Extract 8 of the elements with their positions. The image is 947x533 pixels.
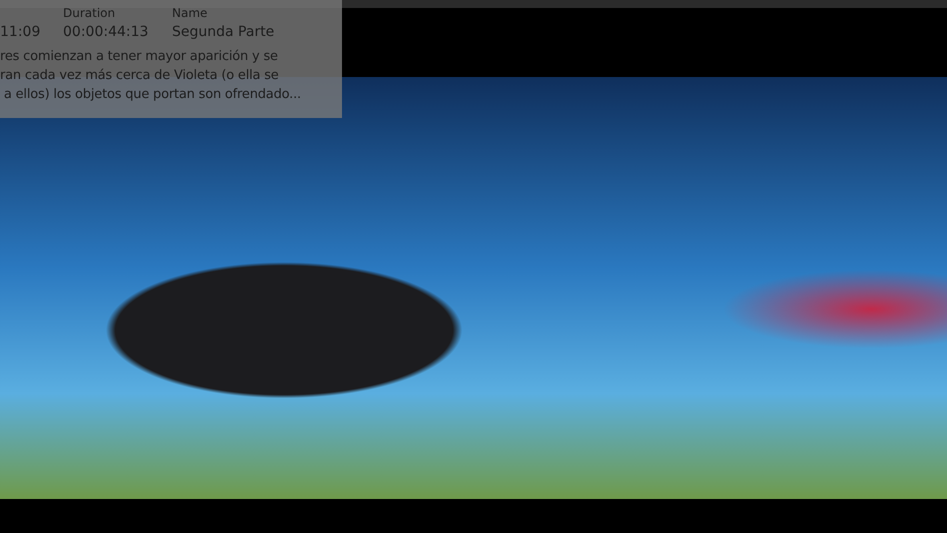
description-text: ran cada vez más cerca de Violeta (o ella se [0,67,280,85]
column-header: Name [172,5,208,21]
description-text: res comienzan a tener mayor aparición y se [0,48,279,66]
column-header: Duration [63,5,116,21]
column-value: 11:09 [0,23,42,42]
column-value: Segunda Parte [172,23,274,42]
description-text: a ellos) los objetos que portan son ofrendado... [2,86,302,104]
column-value: 00:00:44:13 [63,23,150,42]
